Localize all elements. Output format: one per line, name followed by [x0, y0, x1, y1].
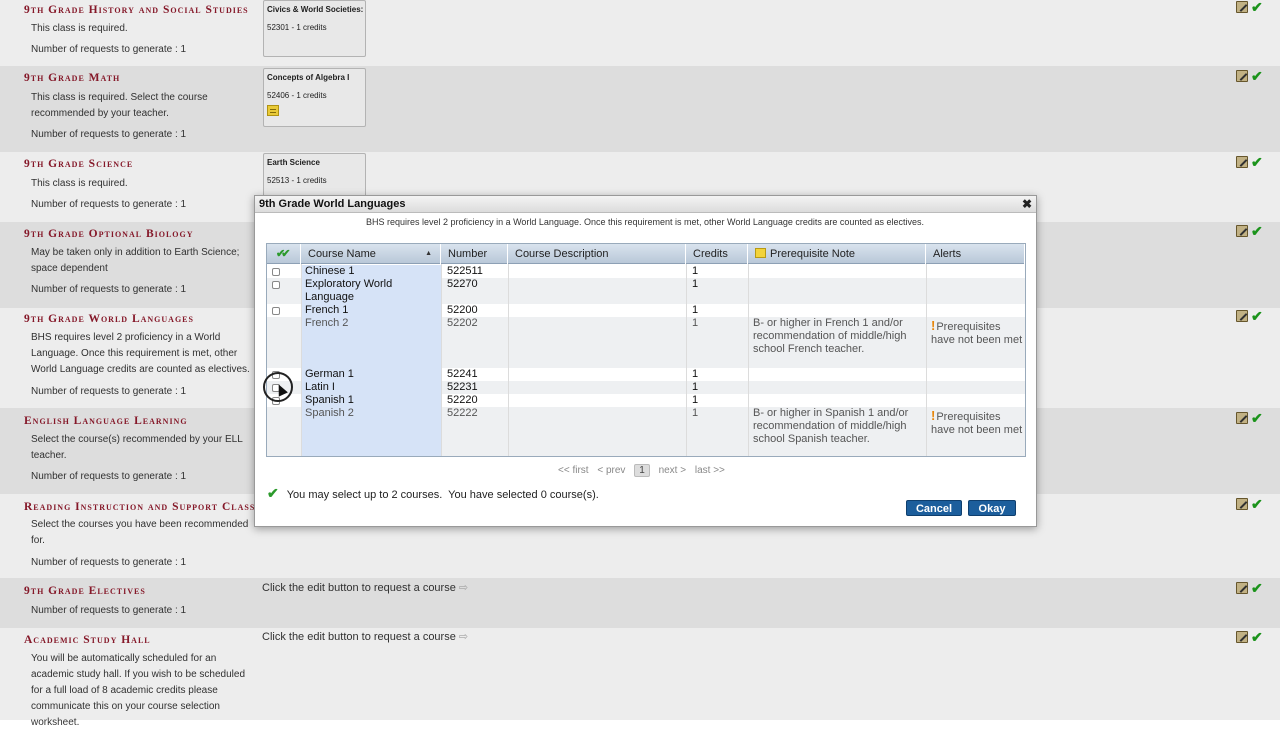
column-divider: [686, 264, 687, 456]
table-row[interactable]: German 1 52241 1: [267, 368, 1025, 381]
row-checkbox[interactable]: [272, 281, 280, 289]
cell-name: French 1: [301, 304, 441, 317]
alert-text: Prerequisites have not been met: [931, 411, 1023, 436]
table-row-disabled: French 2 52202 1 B- or higher in French …: [267, 317, 1025, 368]
cancel-button[interactable]: Cancel: [906, 500, 962, 516]
pager: << first < prev 1 next > last >>: [558, 464, 731, 477]
sticky-note-icon: [755, 248, 766, 258]
cell-prereq: B- or higher in French 1 and/or recommen…: [753, 317, 907, 355]
cell-number: 52231: [447, 381, 478, 393]
selection-status: ✔ You may select up to 2 courses. You hav…: [267, 485, 599, 502]
cell-credits: 1: [692, 317, 699, 329]
cell-number: 52220: [447, 394, 478, 406]
okay-button[interactable]: Okay: [968, 500, 1016, 516]
dialog-header: 9th Grade World Languages ✖: [255, 196, 1036, 213]
exclamation-icon: !: [931, 408, 936, 423]
pager-first[interactable]: << first: [558, 465, 589, 476]
select-all-check-icon[interactable]: ✔✔: [276, 248, 291, 260]
column-divider: [508, 264, 509, 456]
cell-number: 52241: [447, 368, 478, 380]
exclamation-icon: !: [931, 318, 936, 333]
cell-credits: 1: [692, 407, 699, 419]
table-row[interactable]: Exploratory World Language 52270 1: [267, 278, 1025, 304]
cell-number: 52200: [447, 304, 478, 316]
cell-name: Latin I: [301, 381, 441, 394]
cell-name: Spanish 2: [301, 407, 441, 456]
column-divider: [926, 264, 927, 456]
cell-number: 522511: [447, 265, 483, 277]
dialog-intro: BHS requires level 2 proficiency in a Wo…: [366, 217, 924, 227]
dialog-title: 9th Grade World Languages: [259, 198, 406, 210]
cell-credits: 1: [692, 381, 699, 393]
table-row[interactable]: Spanish 1 52220 1: [267, 394, 1025, 407]
column-header-label: Prerequisite Note: [770, 248, 855, 260]
selection-status-text: You may select up to 2 courses. You have…: [286, 489, 599, 501]
green-check-icon: ✔: [267, 485, 279, 501]
sort-ascending-icon: ▲: [425, 250, 432, 257]
pager-prev[interactable]: < prev: [597, 465, 625, 476]
pager-current[interactable]: 1: [634, 464, 650, 477]
cell-credits: 1: [692, 278, 699, 290]
cell-alert: !Prerequisites have not been met: [927, 409, 1023, 437]
cell-name: Chinese 1: [301, 265, 441, 278]
table-row-disabled: Spanish 2 52222 1 B- or higher in Spanis…: [267, 407, 1025, 456]
select-all-header[interactable]: ✔✔: [267, 244, 301, 264]
row-checkbox[interactable]: [272, 268, 280, 276]
cell-credits: 1: [692, 304, 699, 316]
pager-last[interactable]: last >>: [695, 465, 725, 476]
grid-header: ✔✔ Course Name ▲ Number Course Descripti…: [267, 244, 1025, 264]
column-divider: [748, 264, 749, 456]
course-grid: ✔✔ Course Name ▲ Number Course Descripti…: [266, 243, 1026, 457]
table-row[interactable]: Chinese 1 522511 1: [267, 265, 1025, 278]
cell-credits: 1: [692, 368, 699, 380]
cell-prereq: B- or higher in Spanish 1 and/or recomme…: [753, 407, 909, 445]
cell-number: 52202: [447, 317, 478, 329]
cell-credits: 1: [692, 394, 699, 406]
table-row[interactable]: French 1 52200 1: [267, 304, 1025, 317]
cell-name: Spanish 1: [301, 394, 441, 407]
column-header-alerts[interactable]: Alerts: [926, 244, 1025, 264]
alert-text: Prerequisites have not been met: [931, 321, 1023, 346]
column-header-credits[interactable]: Credits: [686, 244, 748, 264]
cell-alert: !Prerequisites have not been met: [927, 319, 1023, 347]
cell-number: 52222: [447, 407, 478, 419]
column-header-name[interactable]: Course Name ▲: [301, 244, 441, 264]
column-header-label: Course Name: [308, 248, 376, 260]
cell-name: German 1: [301, 368, 441, 381]
pager-next[interactable]: next >: [659, 465, 687, 476]
row-checkbox[interactable]: [272, 307, 280, 315]
course-select-dialog: 9th Grade World Languages ✖ BHS requires…: [254, 195, 1037, 527]
column-header-prereq[interactable]: Prerequisite Note: [748, 244, 926, 264]
cell-number: 52270: [447, 278, 478, 290]
close-icon[interactable]: ✖: [1022, 197, 1032, 211]
cell-credits: 1: [692, 265, 699, 277]
column-divider: [441, 264, 442, 456]
column-header-description[interactable]: Course Description: [508, 244, 686, 264]
table-row[interactable]: Latin I 52231 1: [267, 381, 1025, 394]
column-divider: [301, 264, 302, 456]
column-header-number[interactable]: Number: [441, 244, 508, 264]
cell-name: Exploratory World Language: [301, 278, 441, 304]
cell-name: French 2: [301, 317, 441, 368]
